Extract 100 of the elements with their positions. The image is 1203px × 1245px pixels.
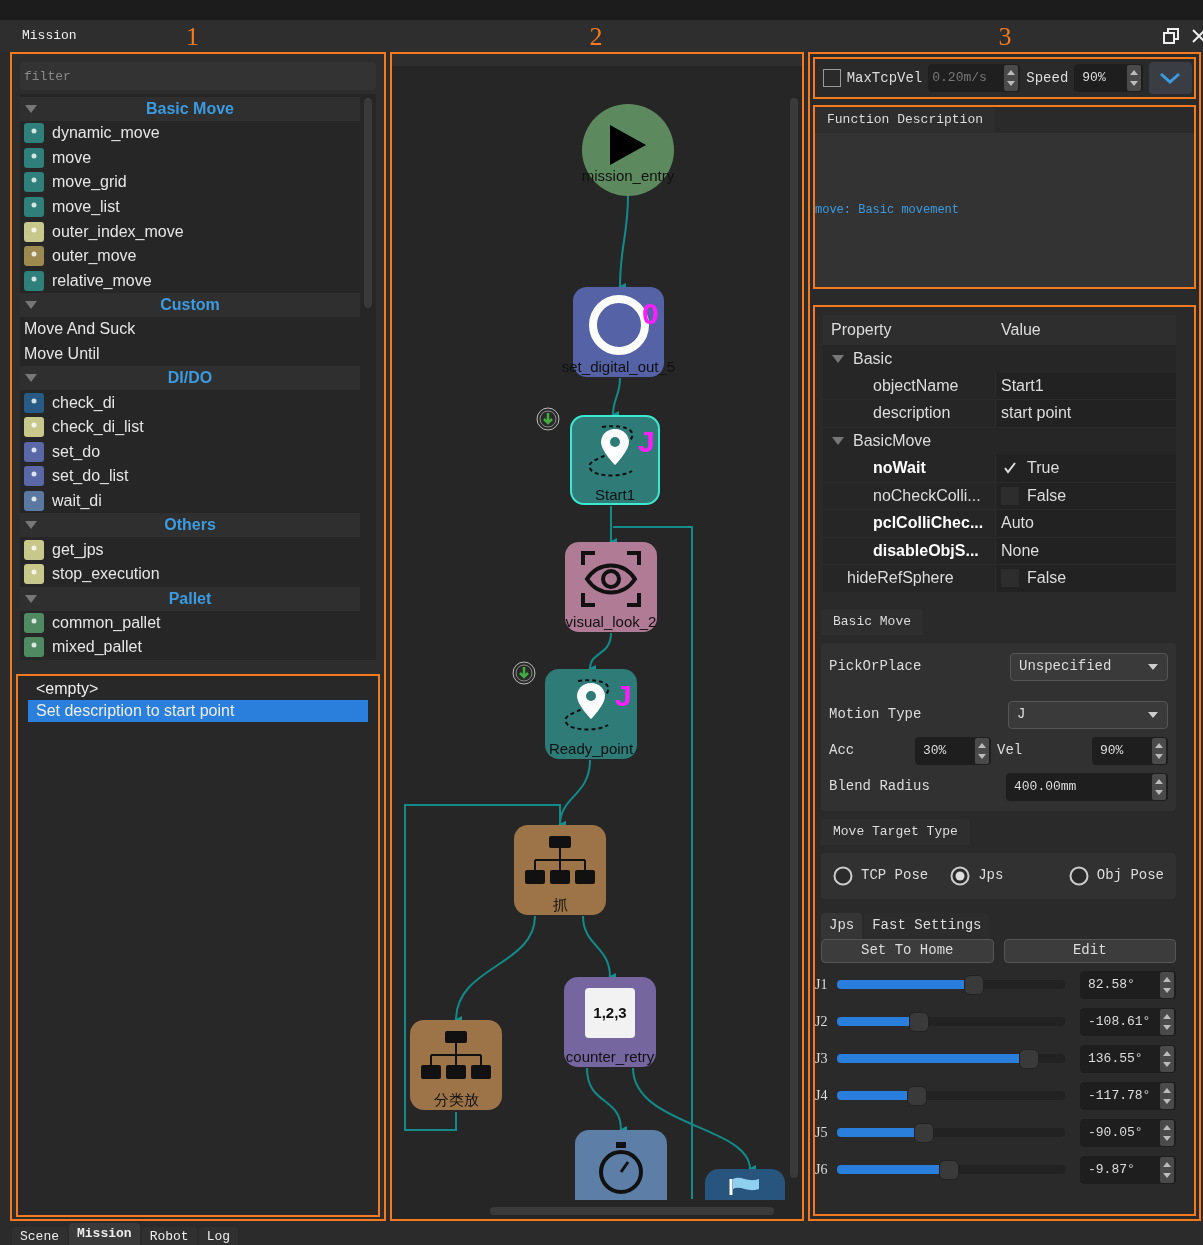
joint-value-field[interactable]: -90.05°	[1080, 1118, 1176, 1147]
spin-arrows-icon[interactable]	[1160, 1119, 1174, 1146]
node-label: counter_retry	[565, 1049, 655, 1064]
function-item[interactable]: move	[20, 145, 364, 171]
group-header[interactable]: Basic Move	[20, 97, 360, 121]
radio-button[interactable]	[1068, 865, 1089, 886]
slider-thumb[interactable]	[909, 1011, 930, 1032]
collapse-icon[interactable]	[24, 104, 38, 114]
collapse-icon[interactable]	[831, 436, 845, 447]
function-item[interactable]: stop_execution	[20, 561, 364, 587]
slider-thumb[interactable]	[938, 1159, 959, 1180]
function-item[interactable]: set_do_list	[20, 464, 364, 489]
radio-button[interactable]	[950, 865, 971, 886]
function-item[interactable]: outer_move	[20, 243, 364, 269]
tab[interactable]: Scene	[12, 1227, 67, 1245]
function-item[interactable]: dynamic_move	[20, 121, 364, 146]
function-item[interactable]: check_di	[20, 390, 364, 415]
group-header[interactable]: DI/DO	[20, 366, 360, 391]
collapse-icon[interactable]	[24, 373, 38, 384]
close-icon[interactable]	[1191, 28, 1203, 44]
spin-arrows-icon[interactable]	[1160, 1008, 1174, 1035]
dropdown[interactable]: Unspecified	[1010, 652, 1168, 681]
function-item[interactable]: common_pallet	[20, 610, 364, 636]
column-header[interactable]: Value	[1001, 318, 1041, 342]
radio-button[interactable]	[833, 865, 853, 886]
function-item[interactable]: outer_index_move	[20, 219, 364, 244]
slider-thumb[interactable]	[963, 974, 984, 995]
spin-arrows-icon[interactable]	[1160, 1156, 1174, 1183]
flow-node[interactable]	[565, 542, 657, 632]
property-value: True	[1027, 458, 1060, 479]
function-item[interactable]: Move Until	[20, 341, 364, 367]
joint-slider[interactable]	[837, 1010, 1065, 1033]
group-header[interactable]: Pallet	[20, 586, 360, 611]
slider-thumb[interactable]	[1018, 1048, 1039, 1069]
joint-value-field[interactable]: 136.55°	[1080, 1044, 1176, 1073]
spin-arrows-icon[interactable]	[1160, 971, 1174, 998]
spin-arrows-icon[interactable]	[975, 737, 989, 764]
tab[interactable]: Mission	[69, 1223, 140, 1245]
chevron-down-icon	[1159, 72, 1182, 84]
spin-arrows-icon[interactable]	[1160, 1045, 1174, 1072]
joint-value-field[interactable]: -9.87°	[1080, 1155, 1176, 1184]
flow-node[interactable]	[575, 1130, 667, 1200]
function-item[interactable]: check_di_list	[20, 414, 364, 440]
flow-node[interactable]	[705, 1169, 785, 1200]
function-item[interactable]: move_grid	[20, 170, 364, 195]
spin-arrows-icon[interactable]	[1152, 737, 1166, 764]
history-item[interactable]: Set description to start point	[28, 700, 368, 722]
download-icon[interactable]	[536, 407, 560, 431]
speed-field[interactable]: 90%	[1074, 64, 1143, 92]
function-item[interactable]: wait_di	[20, 488, 364, 514]
joint-slider[interactable]	[837, 1158, 1065, 1181]
joint-value-field[interactable]: -108.61°	[1080, 1007, 1176, 1036]
property-group[interactable]: BasicMove	[853, 429, 932, 454]
group-header[interactable]: Others	[20, 513, 360, 538]
joint-slider[interactable]	[837, 1084, 1065, 1107]
joint-slider[interactable]	[837, 1047, 1065, 1070]
tab[interactable]: Robot	[141, 1227, 197, 1245]
joint-value-field[interactable]: 82.58°	[1080, 970, 1176, 999]
restore-icon[interactable]	[1163, 28, 1179, 44]
section-tab[interactable]: Move Target Type	[821, 818, 970, 845]
filter-field[interactable]: filter	[20, 62, 376, 90]
function-item[interactable]: move_list	[20, 194, 364, 220]
flow-node[interactable]	[410, 1020, 502, 1110]
function-item[interactable]: get_jps	[20, 537, 364, 562]
joint-slider[interactable]	[837, 973, 1065, 996]
blend-radius-field[interactable]: 400.00mm	[1006, 772, 1168, 801]
section-tab[interactable]: Basic Move	[821, 608, 923, 635]
property-value: False	[1027, 485, 1067, 506]
collapse-icon[interactable]	[24, 593, 38, 604]
slider-thumb[interactable]	[913, 1122, 934, 1143]
spin-arrows-icon[interactable]	[1160, 1082, 1174, 1109]
collapse-icon[interactable]	[831, 353, 845, 364]
joint-slider[interactable]	[837, 1121, 1065, 1144]
history-item[interactable]: <empty>	[28, 678, 368, 700]
spin-arrows-icon[interactable]	[1152, 773, 1166, 800]
spin-arrows-icon[interactable]	[1126, 65, 1141, 91]
property-group[interactable]: Basic	[853, 346, 893, 371]
function-item[interactable]: set_do	[20, 439, 364, 465]
download-icon[interactable]	[512, 661, 536, 685]
function-item[interactable]: mixed_pallet	[20, 635, 364, 660]
flow-node[interactable]	[570, 415, 660, 505]
slider-thumb[interactable]	[906, 1085, 927, 1106]
flow-node[interactable]	[545, 669, 637, 759]
collapse-icon[interactable]	[24, 520, 38, 531]
tab[interactable]: Log	[198, 1227, 239, 1245]
action-button[interactable]: Edit	[1003, 938, 1176, 963]
function-item[interactable]: Move And Suck	[20, 317, 364, 342]
dropdown[interactable]: J	[1008, 700, 1168, 729]
tab[interactable]: Jps	[821, 912, 863, 939]
collapse-icon[interactable]	[24, 300, 38, 311]
section-tab[interactable]: Function Description	[815, 107, 996, 133]
acc-field[interactable]: 30%	[915, 736, 991, 765]
vel-field[interactable]: 90%	[1092, 736, 1168, 765]
group-header[interactable]: Custom	[20, 293, 360, 318]
joint-value-field[interactable]: -117.78°	[1080, 1081, 1176, 1110]
expand-button[interactable]	[1149, 62, 1192, 94]
function-item[interactable]: relative_move	[20, 268, 364, 294]
column-header[interactable]: Property	[823, 318, 1001, 342]
action-button[interactable]: Set To Home	[821, 938, 994, 963]
flow-node[interactable]	[514, 825, 606, 915]
